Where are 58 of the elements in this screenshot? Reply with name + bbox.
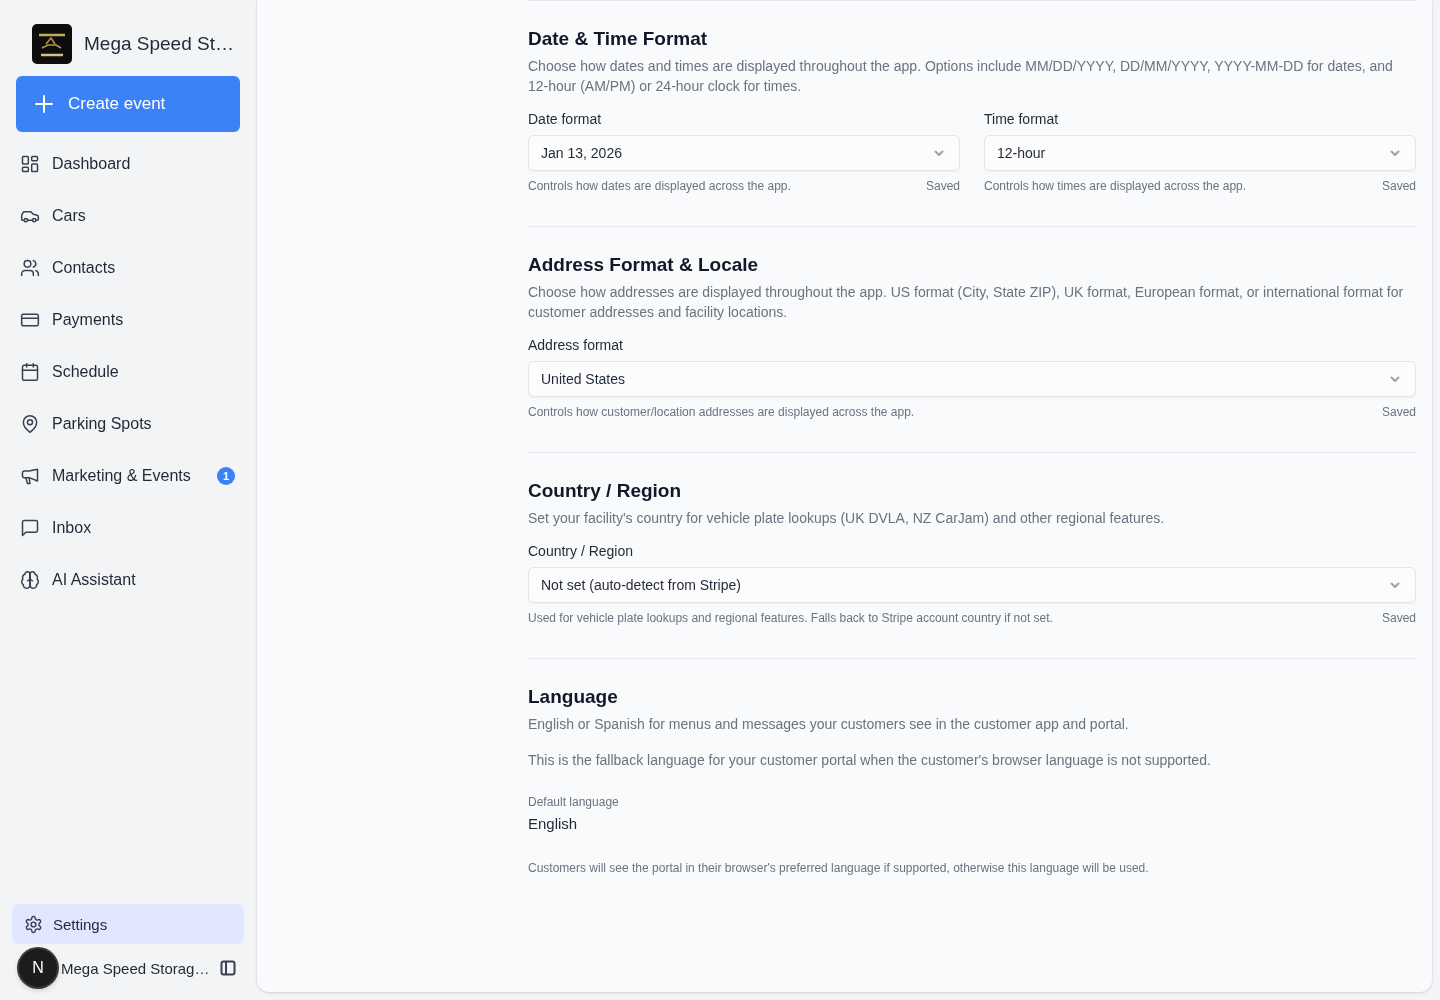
field-label: Country / Region: [528, 542, 635, 561]
field-hint: Controls how dates are displayed across the app.: [528, 178, 791, 194]
help-text: Customers will see the portal in their browser's preferred language if supported, otherwise this language will be used.: [528, 860, 1150, 876]
create-event-button[interactable]: Create event: [16, 76, 240, 132]
section-title: Country / Region: [528, 479, 683, 503]
section-description: Choose how addresses are displayed throughout the app. US format (City, State ZIP), UK format, European format, or international format for customer addresses and facility locations.: [528, 283, 1405, 322]
sidebar-item[interactable]: Inbox: [16, 508, 240, 548]
dropdown-field[interactable]: Not set (auto-detect from Stripe): [528, 567, 1416, 603]
saved-status-text: Saved: [1381, 178, 1416, 194]
dashboard-grid-icon: [20, 154, 40, 174]
field-hint: Controls how customer/location addresses are displayed across the app.: [528, 404, 915, 420]
field-label: Time format: [984, 110, 1060, 129]
logo-icon: [32, 24, 72, 64]
sidebar-toggle-icon[interactable]: [220, 960, 236, 976]
chevron-down-icon: [1389, 579, 1401, 591]
saved-status-text: Saved: [925, 178, 960, 194]
section-description: This is the fallback language for your customer portal when the customer's browser language is not supported.: [528, 751, 1212, 770]
brand-name: Mega Speed St…: [84, 33, 234, 55]
brain-icon: [20, 570, 40, 590]
field-label: Address format: [528, 336, 624, 355]
users-icon: [20, 258, 40, 278]
sidebar-item[interactable]: AI Assistant: [16, 560, 240, 600]
field-hint: Controls how times are displayed across the app.: [984, 178, 1247, 194]
sidebar-item[interactable]: Marketing & Events 1: [16, 456, 240, 496]
section-description: English or Spanish for menus and messages your customers see in the customer app and portal.: [528, 715, 1130, 734]
saved-status-text: Saved: [1381, 404, 1416, 420]
field-label: Date format: [528, 110, 603, 129]
dropdown-field[interactable]: United States: [528, 361, 1416, 397]
field-value: English: [528, 814, 579, 834]
field-hint: Used for vehicle plate lookups and regional features. Falls back to Stripe account country if not set.: [528, 610, 1053, 626]
account-name: Mega Speed Storag…: [61, 959, 211, 977]
section-description: Choose how dates and times are displayed throughout the app. Options include MM/DD/YYYY, DD/MM/YYYY, YYYY-MM-DD for dates, and 12-hour (AM/PM) or 24-hour clock for times.: [528, 57, 1394, 96]
credit-card-icon: [20, 310, 40, 330]
sidebar-item[interactable]: Parking Spots: [16, 404, 240, 444]
count-badge: 1: [217, 467, 235, 485]
section-title: Language: [528, 685, 619, 709]
dropdown-field[interactable]: 12-hour: [984, 135, 1416, 171]
chevron-down-icon: [1389, 373, 1401, 385]
sidebar-item[interactable]: Settings: [12, 904, 244, 944]
section-description: Set your facility's country for vehicle plate lookups (UK DVLA, NZ CarJam) and other regional features.: [528, 509, 1166, 528]
sidebar-item[interactable]: Cars: [16, 196, 240, 236]
map-pin-icon: [20, 414, 40, 434]
plus-icon: [34, 94, 54, 114]
sidebar-item[interactable]: Contacts: [16, 248, 240, 288]
chevron-down-icon: [1389, 147, 1401, 159]
sidebar-item[interactable]: Payments: [16, 300, 240, 340]
chevron-down-icon: [933, 147, 945, 159]
sidebar-item[interactable]: Dashboard: [16, 144, 240, 184]
settings-icon: [24, 914, 43, 934]
dropdown-field[interactable]: Jan 13, 2026: [528, 135, 960, 171]
section-title: Address Format & Locale: [528, 253, 760, 277]
avatar[interactable]: N: [19, 949, 57, 987]
field-label: Default language: [528, 794, 620, 810]
saved-status-text: Saved: [1381, 610, 1416, 626]
calendar-icon: [20, 362, 40, 382]
sidebar-item[interactable]: Schedule: [16, 352, 240, 392]
section-title: Date & Time Format: [528, 27, 709, 51]
megaphone-icon: [20, 466, 40, 486]
